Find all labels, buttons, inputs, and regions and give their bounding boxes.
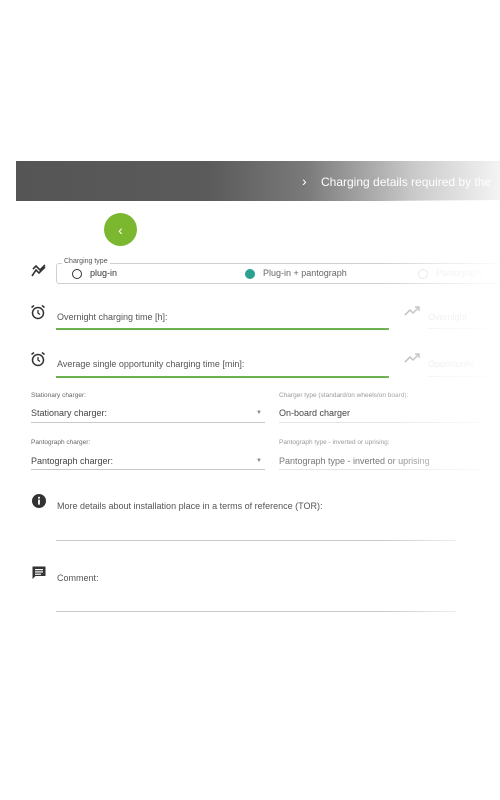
alarm-clock-icon: [31, 304, 45, 320]
radio-label-plug-in: plug-in: [90, 268, 118, 278]
trending-up-icon: [404, 306, 420, 316]
tor-underline: [56, 540, 456, 541]
overnight-charging-time-input[interactable]: Overnight charging time [h]:: [57, 312, 168, 322]
breadcrumb-chevron-icon: ›: [302, 173, 307, 189]
charger-type-label: Charger type (standard/on wheels/on boar…: [279, 392, 409, 399]
stationary-charger-label: Stationary charger:: [31, 392, 86, 399]
opportunity-underline: [56, 376, 389, 378]
stationary-charger-underline: [31, 422, 265, 423]
back-button[interactable]: ‹: [104, 213, 137, 246]
overnight-secondary-input[interactable]: Overnight: [428, 312, 467, 322]
opportunity-charging-time-input[interactable]: Average single opportunity charging time…: [57, 359, 244, 369]
chevron-left-icon: ‹: [118, 221, 123, 238]
radio-label-plug-in-pantograph: Plug-in + pantograph: [263, 268, 347, 278]
page-title: Charging details required by the: [321, 175, 492, 189]
pantograph-type-label: Pantograph type - inverted or uprising:: [279, 439, 390, 446]
pantograph-charger-underline: [31, 469, 265, 470]
charger-type-input[interactable]: On-board charger: [279, 408, 350, 418]
form-card: [16, 161, 500, 641]
pantograph-type-underline: [279, 469, 479, 470]
charger-type-underline: [279, 422, 479, 423]
opportunity-secondary-underline: [428, 376, 488, 377]
pantograph-charger-label: Pantograph charger:: [31, 439, 91, 446]
radio-label-pantograph: Pantograph: [436, 268, 483, 278]
charging-type-legend: Charging type: [62, 258, 110, 265]
dropdown-arrow-icon[interactable]: ▼: [256, 410, 262, 416]
info-icon: [32, 494, 46, 508]
pantograph-charger-select[interactable]: Pantograph charger:: [31, 456, 113, 466]
pantograph-type-input[interactable]: Pantograph type - inverted or uprising: [279, 456, 430, 466]
tor-details-textarea[interactable]: More details about installation place in…: [57, 501, 322, 511]
dropdown-arrow-icon[interactable]: ▼: [256, 458, 262, 464]
comment-textarea[interactable]: Comment:: [57, 573, 99, 583]
radio-plug-in-pantograph[interactable]: [245, 269, 255, 279]
stationary-charger-select[interactable]: Stationary charger:: [31, 408, 107, 418]
radio-plug-in[interactable]: [72, 269, 82, 279]
trending-up-icon: [404, 353, 420, 363]
alarm-clock-icon: [31, 351, 45, 367]
radio-pantograph[interactable]: [418, 269, 428, 279]
overnight-secondary-underline: [428, 328, 488, 329]
comment-underline: [56, 611, 456, 612]
opportunity-secondary-input[interactable]: Opportunity: [428, 359, 475, 369]
trending-icon: [31, 264, 46, 277]
overnight-underline: [56, 328, 389, 330]
comment-icon: [32, 566, 46, 579]
